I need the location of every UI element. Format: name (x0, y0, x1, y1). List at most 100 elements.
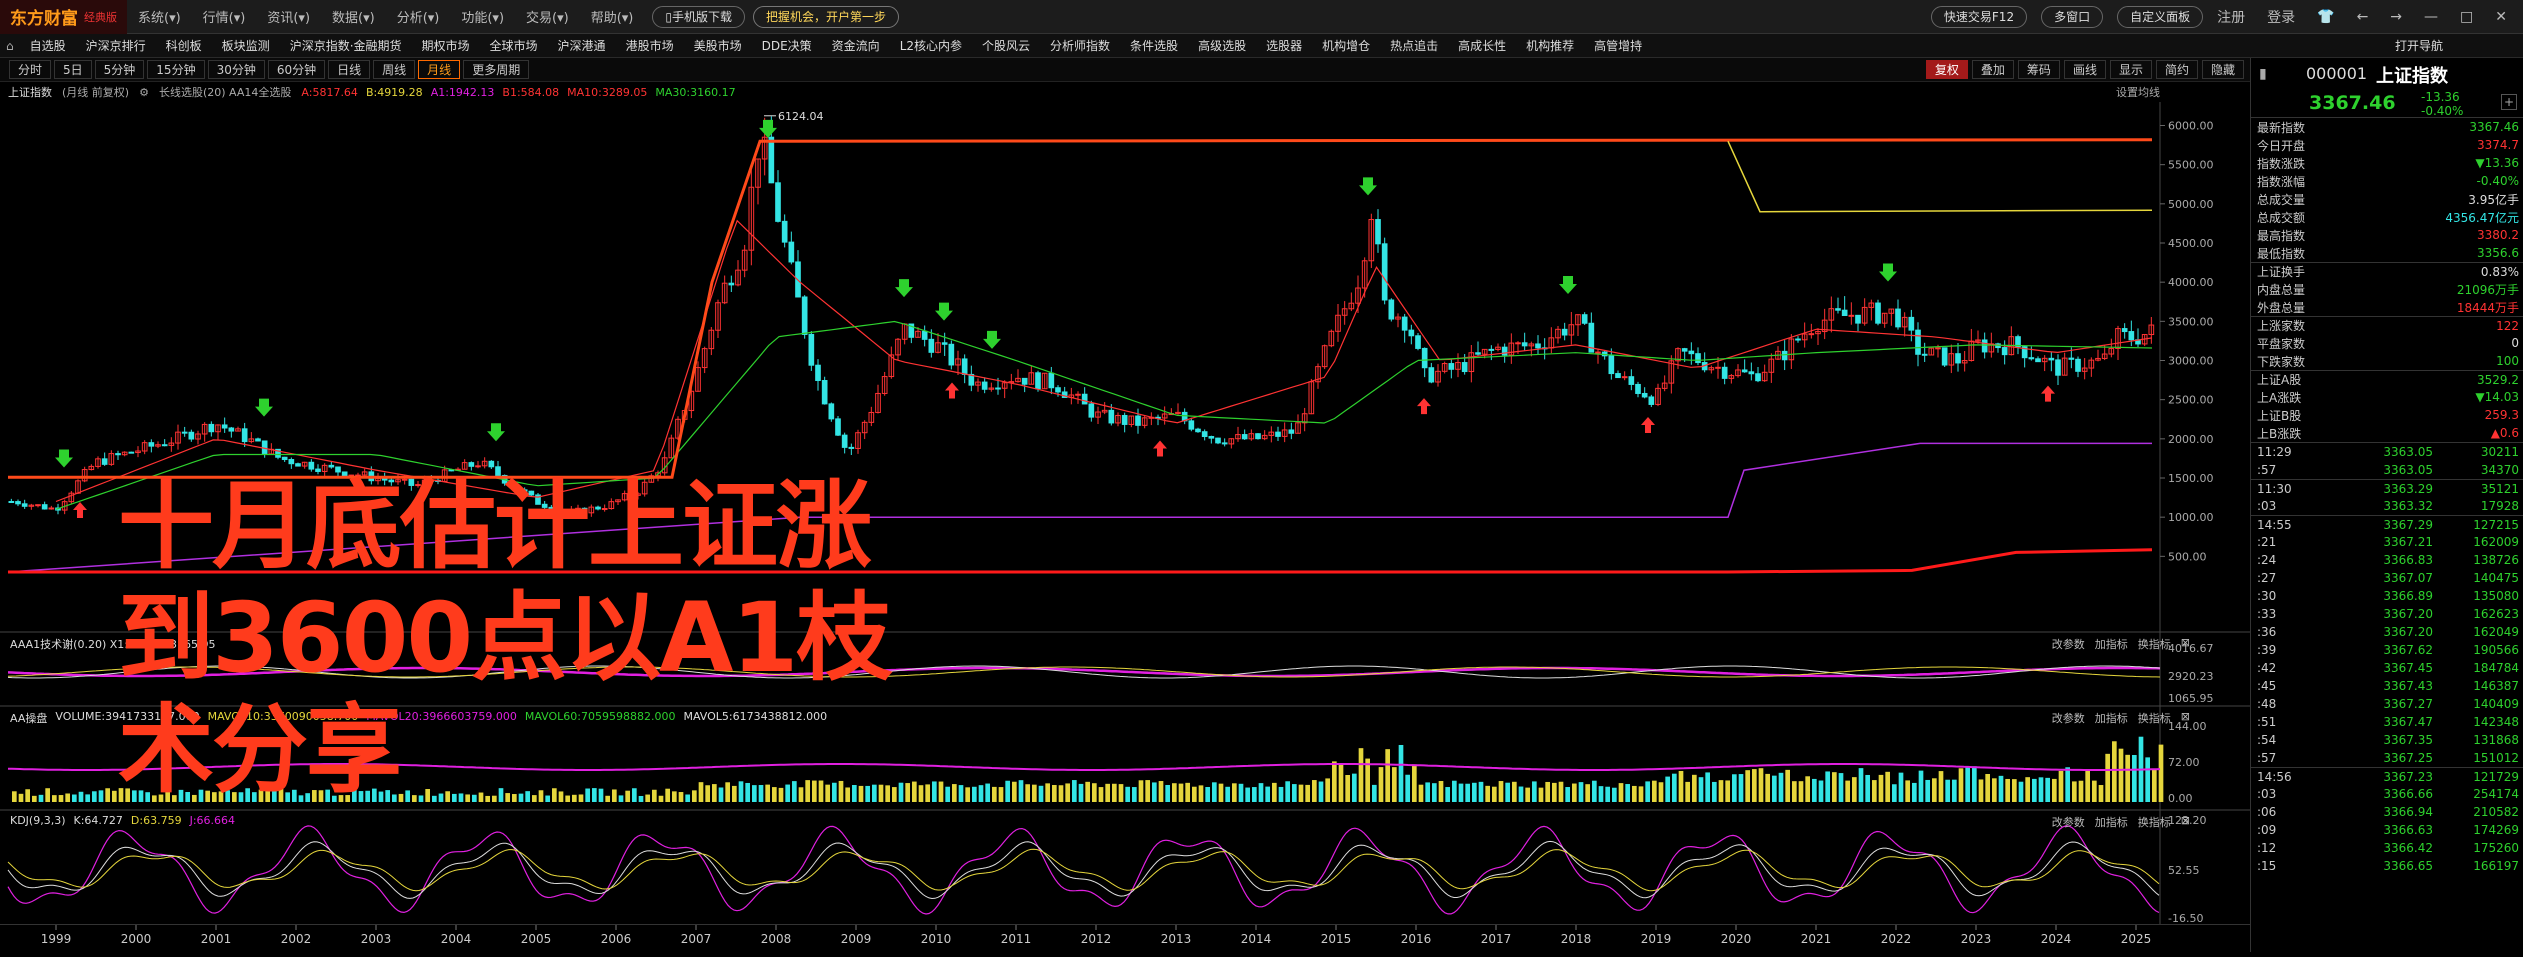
period-tab[interactable]: 5日 (54, 60, 92, 79)
nav-item[interactable]: 个股风云 (972, 37, 1040, 54)
custom-panel-button[interactable]: 自定义面板 (2117, 5, 2204, 28)
tick-row[interactable]: :27 3367.07 140475 (2251, 569, 2523, 587)
period-tab[interactable]: 60分钟 (267, 60, 326, 79)
indicator-button[interactable]: 改参数 (2052, 814, 2085, 830)
nav-item[interactable]: 沪深京排行 (76, 37, 156, 54)
register-link[interactable]: 注册 (2209, 7, 2253, 27)
maximize-icon[interactable]: □ (2452, 9, 2481, 25)
settings-icon[interactable]: ⚙ (139, 86, 149, 99)
tick-row[interactable]: :21 3367.21 162009 (2251, 533, 2523, 551)
nav-item[interactable]: 资金流向 (822, 37, 890, 54)
tick-row[interactable]: :36 3367.20 162049 (2251, 623, 2523, 641)
open-navigation-link[interactable]: 打开导航 (2385, 37, 2523, 54)
indicator-button[interactable]: 换指标 (2138, 814, 2171, 830)
period-tab[interactable]: 5分钟 (94, 60, 145, 79)
tick-row[interactable]: :45 3367.43 146387 (2251, 677, 2523, 695)
tick-row[interactable]: :33 3367.20 162623 (2251, 605, 2523, 623)
period-tab[interactable]: 日线 (328, 60, 371, 79)
nav-item[interactable]: 机构增仓 (1312, 37, 1380, 54)
chart-area[interactable]: 6000.00 5500.00 5000.00 4500.00 4000.00 3500.… (0, 102, 2250, 932)
nav-item[interactable]: 高级选股 (1188, 37, 1256, 54)
ma-settings-link[interactable]: 设置均线 (2116, 84, 2250, 100)
nav-item[interactable]: 板块监测 (212, 37, 280, 54)
tick-row[interactable]: :57 3367.25 151012 (2251, 749, 2523, 767)
nav-item[interactable]: 沪深京指数·金融期货 (280, 37, 412, 54)
tick-row[interactable]: :03 3366.66 254174 (2251, 785, 2523, 803)
back-icon[interactable]: ← (2349, 9, 2377, 25)
nav-item[interactable]: 条件选股 (1120, 37, 1188, 54)
period-tab[interactable]: 30分钟 (207, 60, 265, 79)
menu-item[interactable]: 系统(▾) (127, 7, 192, 26)
menu-item[interactable]: 行情(▾) (192, 7, 257, 26)
period-tab[interactable]: 更多周期 (463, 60, 530, 79)
multi-window-button[interactable]: 多窗口 (2041, 5, 2104, 28)
nav-item[interactable]: L2核心内参 (890, 37, 972, 54)
tick-row[interactable]: :09 3366.63 174269 (2251, 821, 2523, 839)
tick-row[interactable]: :30 3366.89 135080 (2251, 587, 2523, 605)
tick-row[interactable]: :51 3367.47 142348 (2251, 713, 2523, 731)
home-icon[interactable]: ⌂ (0, 39, 20, 53)
tick-row[interactable]: :42 3367.45 184784 (2251, 659, 2523, 677)
close-panel-icon[interactable]: ⊠ (2181, 710, 2190, 726)
tick-row[interactable]: 14:55 3367.29 127215 (2251, 515, 2523, 533)
tick-row[interactable]: :06 3366.94 210582 (2251, 803, 2523, 821)
period-tab[interactable]: 分时 (9, 60, 52, 79)
mobile-download-button[interactable]: ▯ 手机版下载 (652, 5, 745, 28)
chart-tool-button[interactable]: 显示 (2109, 60, 2152, 79)
indicator-button[interactable]: 换指标 (2138, 710, 2171, 726)
add-icon[interactable]: + (2501, 94, 2517, 110)
nav-item[interactable]: 高管增持 (1584, 37, 1652, 54)
login-link[interactable]: 登录 (2259, 7, 2303, 27)
tick-list[interactable]: 11:29 3363.05 30211:57 3363.05 34370 11:30 336… (2251, 442, 2523, 875)
tick-row[interactable]: :03 3363.32 17928 (2251, 497, 2523, 515)
forward-icon[interactable]: → (2382, 9, 2410, 25)
menu-item[interactable]: 资讯(▾) (256, 7, 321, 26)
tick-row[interactable]: 14:56 3367.23 121729 (2251, 767, 2523, 785)
nav-item[interactable]: 机构推荐 (1516, 37, 1584, 54)
skin-icon[interactable]: 👕 (2309, 9, 2342, 25)
nav-item[interactable]: 热点追击 (1380, 37, 1448, 54)
tick-row[interactable]: :24 3366.83 138726 (2251, 551, 2523, 569)
indicator-button[interactable]: 加指标 (2095, 814, 2128, 830)
nav-item[interactable]: 港股市场 (616, 37, 684, 54)
menu-item[interactable]: 帮助(▾) (580, 7, 645, 26)
nav-item[interactable]: 沪深港通 (548, 37, 616, 54)
nav-item[interactable]: 选股器 (1256, 37, 1312, 54)
nav-item[interactable]: 高成长性 (1448, 37, 1516, 54)
tick-row[interactable]: :39 3367.62 190566 (2251, 641, 2523, 659)
nav-item[interactable]: 自选股 (20, 37, 76, 54)
tick-row[interactable]: 11:30 3363.29 35121 (2251, 479, 2523, 497)
chart-tool-button[interactable]: 叠加 (1971, 60, 2014, 79)
period-tab[interactable]: 月线 (418, 60, 461, 79)
minimize-icon[interactable]: — (2416, 9, 2446, 25)
close-panel-icon[interactable]: ⊠ (2181, 636, 2190, 652)
close-icon[interactable]: ✕ (2487, 9, 2515, 25)
indicator-name[interactable]: 长线选股(20) AA14全选股 (159, 84, 291, 100)
indicator-button[interactable]: 换指标 (2138, 636, 2171, 652)
nav-item[interactable]: 全球市场 (480, 37, 548, 54)
nav-item[interactable]: DDE决策 (752, 37, 822, 54)
panel-menu-icon[interactable]: ▮ (2259, 66, 2267, 82)
nav-item[interactable]: 美股市场 (684, 37, 752, 54)
chart-tool-button[interactable]: 隐藏 (2201, 60, 2244, 79)
tick-row[interactable]: :48 3367.27 140409 (2251, 695, 2523, 713)
close-panel-icon[interactable]: ⊠ (2181, 814, 2190, 830)
indicator-button[interactable]: 改参数 (2052, 710, 2085, 726)
tick-row[interactable]: :15 3366.65 166197 (2251, 857, 2523, 875)
candlestick-chart-svg[interactable]: 6000.00 5500.00 5000.00 4500.00 4000.00 3500.… (0, 102, 2250, 932)
menu-item[interactable]: 交易(▾) (515, 7, 580, 26)
tick-row[interactable]: :54 3367.35 131868 (2251, 731, 2523, 749)
nav-item[interactable]: 期权市场 (412, 37, 480, 54)
fast-trade-button[interactable]: 快速交易F12 (1930, 5, 2028, 28)
tick-row[interactable]: :12 3366.42 175260 (2251, 839, 2523, 857)
tick-row[interactable]: :57 3363.05 34370 (2251, 461, 2523, 479)
promo-button[interactable]: 把握机会，开户第一步 (753, 5, 900, 28)
menu-item[interactable]: 分析(▾) (386, 7, 451, 26)
menu-item[interactable]: 数据(▾) (321, 7, 386, 26)
chart-tool-button[interactable]: 简约 (2155, 60, 2198, 79)
chart-tool-button[interactable]: 筹码 (2017, 60, 2060, 79)
menu-item[interactable]: 功能(▾) (450, 7, 515, 26)
nav-item[interactable]: 科创板 (156, 37, 212, 54)
chart-tool-button[interactable]: 复权 (1925, 60, 1968, 79)
indicator-button[interactable]: 加指标 (2095, 636, 2128, 652)
